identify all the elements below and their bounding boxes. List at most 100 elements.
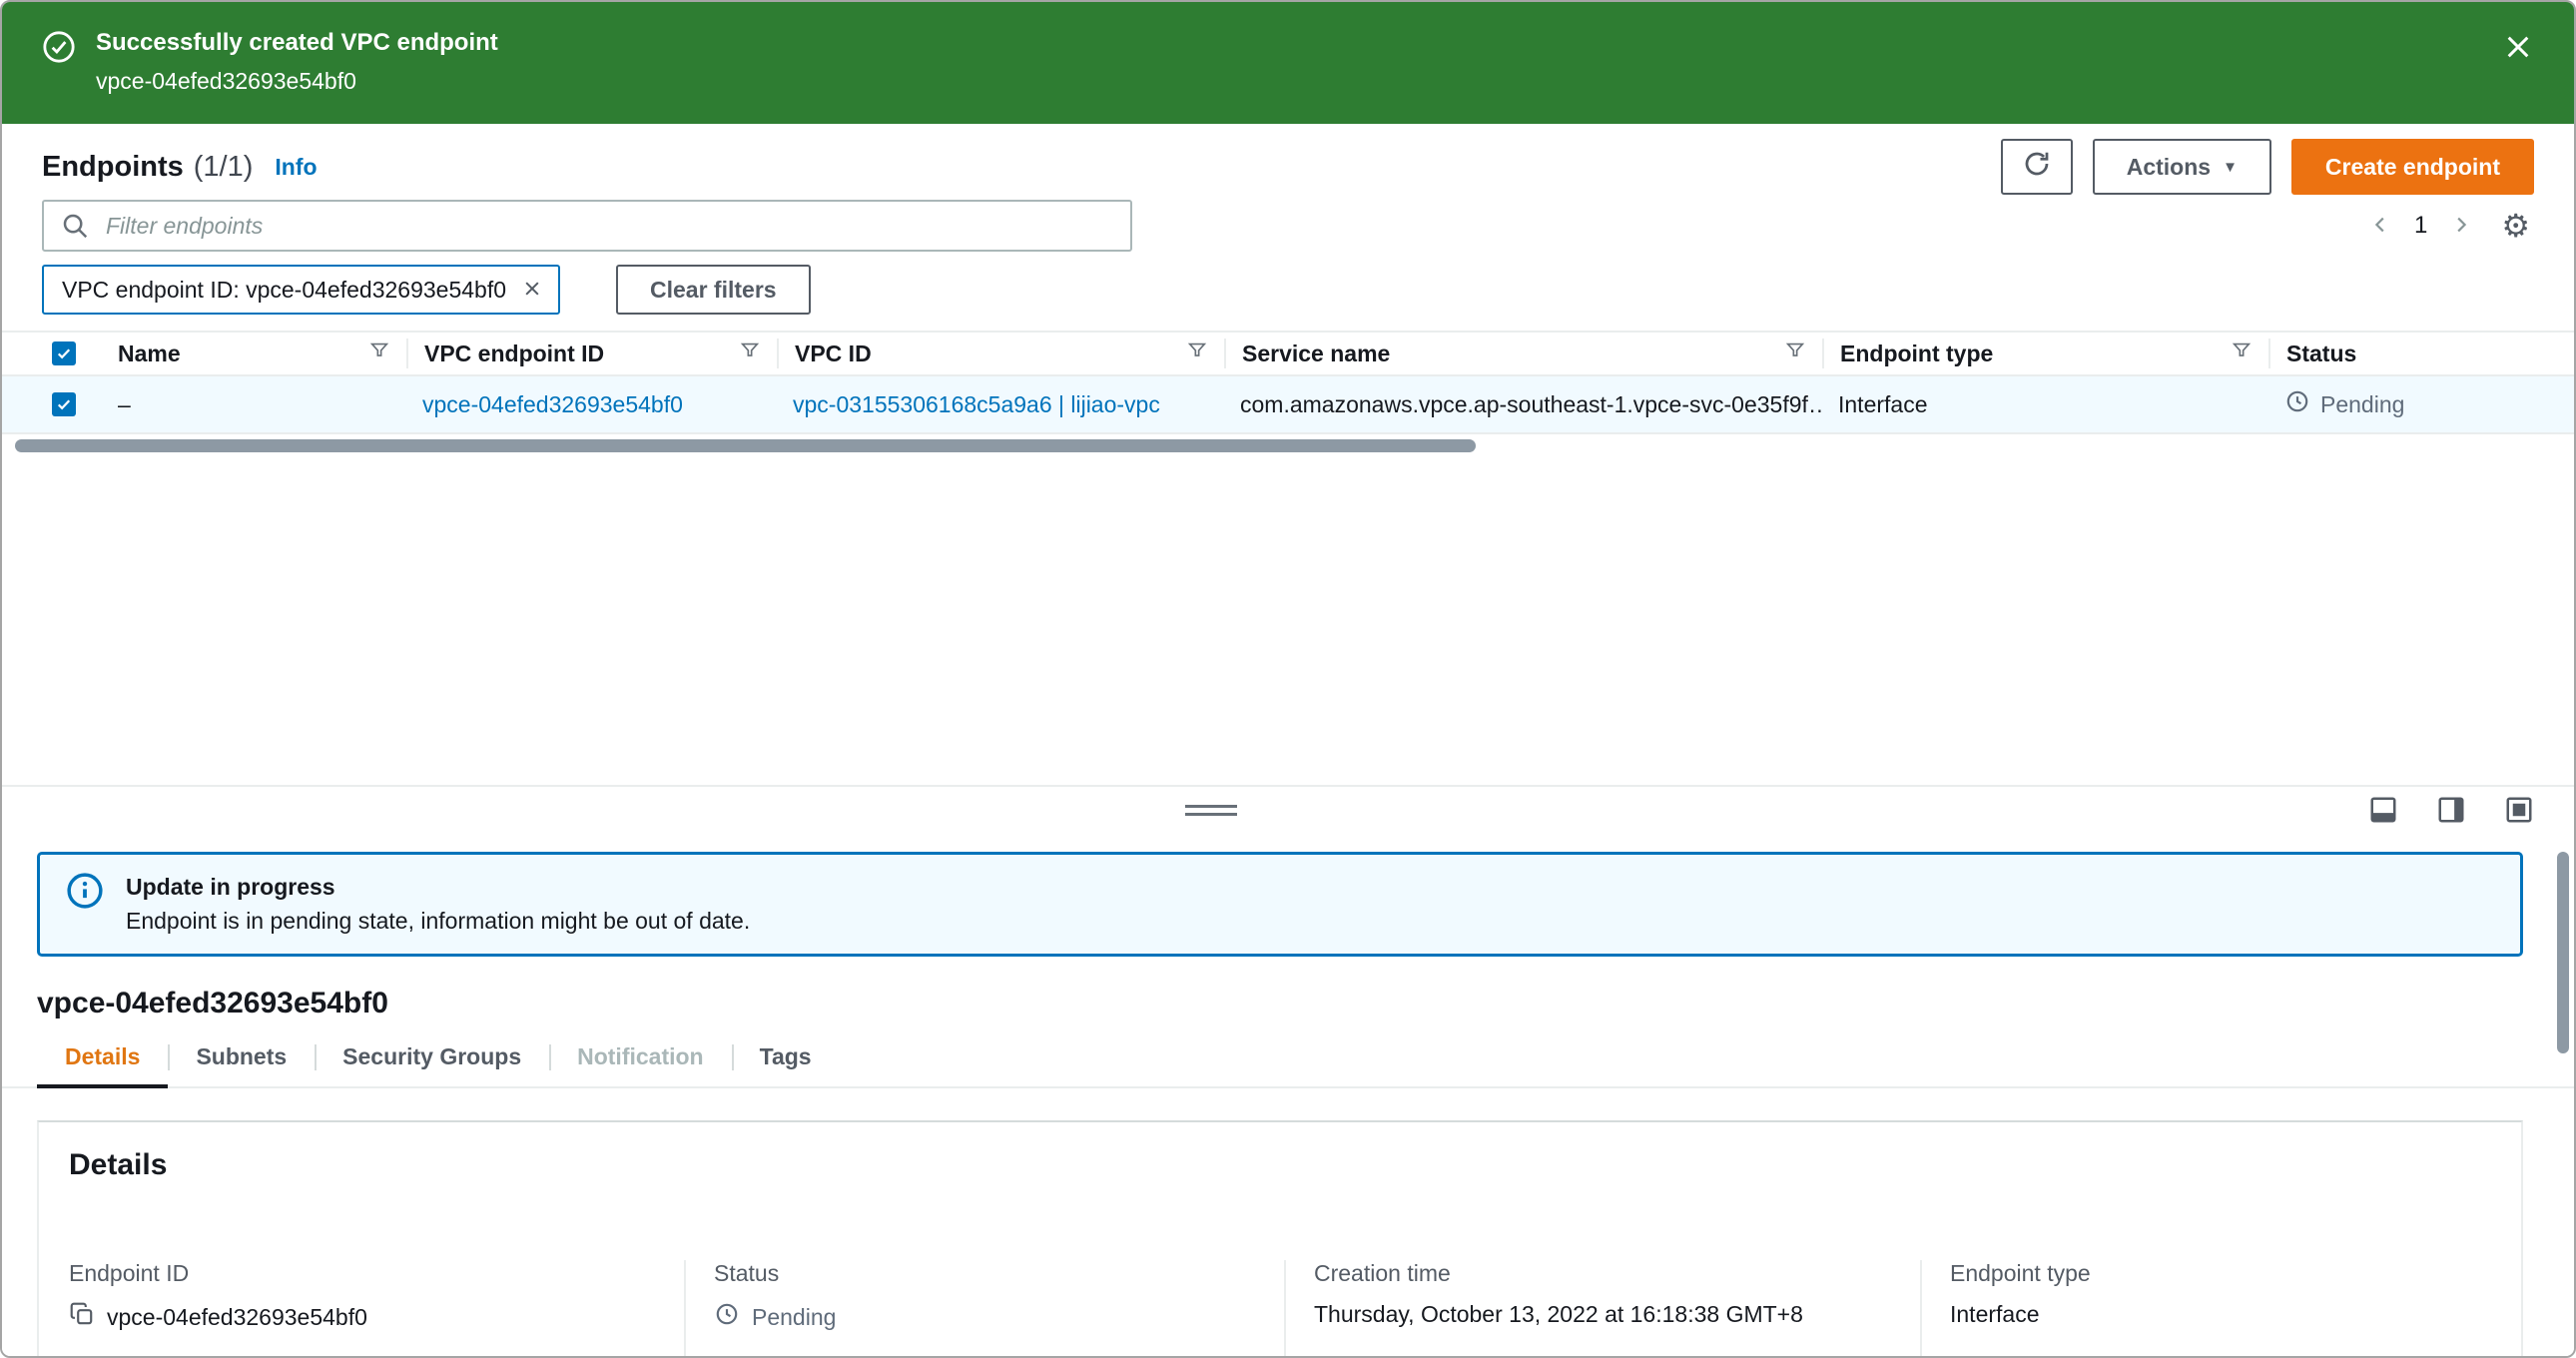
- remove-filter-button[interactable]: [506, 279, 558, 302]
- alert-message: Endpoint is in pending state, informatio…: [126, 908, 751, 934]
- filter-funnel-icon[interactable]: [368, 340, 390, 367]
- column-header-status[interactable]: Status: [2268, 339, 2574, 368]
- column-header-name[interactable]: Name: [102, 339, 406, 368]
- panel-bottom-layout-button[interactable]: [2368, 795, 2398, 828]
- actions-button-label: Actions: [2126, 153, 2212, 180]
- panel-full-icon: [2504, 795, 2534, 828]
- status-text: Pending: [2320, 390, 2405, 417]
- info-icon: [66, 872, 104, 915]
- column-header-vpc-id[interactable]: VPC ID: [777, 339, 1224, 368]
- panel-full-layout-button[interactable]: [2504, 795, 2534, 828]
- row-select-cell: [2, 392, 102, 416]
- filter-chip: VPC endpoint ID: vpce-04efed32693e54bf0: [42, 265, 560, 315]
- next-page-button[interactable]: [2445, 210, 2475, 243]
- field-value: vpce-04efed32693e54bf0: [69, 1301, 684, 1333]
- column-header-endpoint-type[interactable]: Endpoint type: [1822, 339, 2268, 368]
- column-label: Name: [118, 340, 181, 366]
- column-label: Service name: [1242, 340, 1391, 366]
- column-header-service-name[interactable]: Service name: [1224, 339, 1822, 368]
- horizontal-scrollbar-thumb[interactable]: [15, 439, 1476, 452]
- details-card: Details Endpoint ID vpce-04efed32693e54b…: [37, 1120, 2523, 1356]
- flashbar-close-button[interactable]: [2498, 28, 2538, 68]
- detail-tabs: Details Subnets Security Groups Notifica…: [2, 1028, 2574, 1088]
- table-header-row: Name VPC endpoint ID VPC ID Service name…: [2, 331, 2574, 376]
- column-label: VPC ID: [795, 340, 872, 366]
- console-window: Successfully created VPC endpoint vpce-0…: [0, 0, 2576, 1358]
- status-value: Pending: [752, 1303, 837, 1330]
- alert-title: Update in progress: [126, 874, 335, 900]
- vertical-scrollbar-thumb[interactable]: [2557, 852, 2569, 1053]
- update-in-progress-alert: Update in progress Endpoint is in pendin…: [37, 852, 2523, 957]
- horizontal-scrollbar: [2, 439, 2574, 452]
- details-fields: Endpoint ID vpce-04efed32693e54bf0 Statu…: [39, 1260, 2521, 1356]
- success-flashbar: Successfully created VPC endpoint vpce-0…: [2, 2, 2574, 124]
- field-endpoint-id: Endpoint ID vpce-04efed32693e54bf0: [39, 1260, 684, 1356]
- filter-endpoints-input[interactable]: [42, 200, 1132, 252]
- select-all-checkbox[interactable]: [52, 341, 76, 365]
- tab-security-groups[interactable]: Security Groups: [315, 1028, 549, 1086]
- detail-panel: Update in progress Endpoint is in pendin…: [2, 837, 2574, 1356]
- select-all-cell: [2, 341, 102, 365]
- previous-page-button[interactable]: [2366, 210, 2396, 243]
- flashbar-text: Successfully created VPC endpoint vpce-0…: [96, 28, 498, 96]
- tab-tags[interactable]: Tags: [731, 1028, 840, 1086]
- endpoint-id-value: vpce-04efed32693e54bf0: [107, 1303, 367, 1330]
- field-endpoint-type: Endpoint type Interface: [1920, 1260, 2529, 1356]
- flashbar-title: Successfully created VPC endpoint: [96, 29, 498, 56]
- create-endpoint-button[interactable]: Create endpoint: [2290, 139, 2534, 195]
- filter-funnel-icon[interactable]: [1784, 340, 1806, 367]
- field-label: Endpoint ID: [69, 1260, 190, 1286]
- table-toolbar: Endpoints (1/1) Info Actions ▼ Create en…: [42, 138, 2534, 196]
- clear-filters-button[interactable]: Clear filters: [616, 265, 811, 315]
- filter-funnel-icon[interactable]: [2231, 340, 2253, 367]
- preferences-button[interactable]: ⚙: [2497, 206, 2534, 246]
- column-label: Status: [2286, 340, 2357, 366]
- filter-chip-label: VPC endpoint ID: vpce-04efed32693e54bf0: [62, 276, 506, 303]
- column-label: VPC endpoint ID: [424, 340, 605, 366]
- tab-subnets[interactable]: Subnets: [168, 1028, 315, 1086]
- close-icon: [2502, 31, 2534, 66]
- vpc-id-link[interactable]: vpc-03155306168c5a9a6 | lijiao-vpc: [793, 391, 1160, 417]
- column-label: Endpoint type: [1840, 340, 1994, 366]
- clear-filters-label: Clear filters: [650, 276, 777, 303]
- endpoints-count: (1/1): [193, 150, 254, 183]
- actions-button[interactable]: Actions ▼: [2092, 139, 2271, 195]
- create-endpoint-label: Create endpoint: [2324, 153, 2500, 180]
- details-section-title: Details: [69, 1148, 168, 1181]
- panel-title: vpce-04efed32693e54bf0: [37, 987, 388, 1019]
- endpoint-type-value: Interface: [1950, 1301, 2040, 1327]
- table-row[interactable]: – vpce-04efed32693e54bf0 vpc-03155306168…: [2, 376, 2574, 434]
- field-value: Pending: [714, 1301, 1284, 1333]
- row-checkbox[interactable]: [52, 392, 76, 416]
- filter-row: 1 ⚙: [42, 200, 2534, 252]
- column-header-vpc-endpoint-id[interactable]: VPC endpoint ID: [406, 339, 777, 368]
- filter-chips-row: VPC endpoint ID: vpce-04efed32693e54bf0 …: [42, 265, 2534, 315]
- vpc-endpoint-id-link[interactable]: vpce-04efed32693e54bf0: [422, 391, 683, 417]
- chevron-left-icon: [2370, 214, 2392, 239]
- chevron-right-icon: [2449, 214, 2471, 239]
- field-label: Endpoint type: [1950, 1260, 2091, 1286]
- remove-filter-icon: [522, 279, 542, 302]
- field-label: Status: [714, 1260, 780, 1286]
- copy-icon[interactable]: [69, 1301, 95, 1333]
- field-value: Interface: [1950, 1301, 2529, 1328]
- info-link[interactable]: Info: [275, 154, 317, 181]
- gear-icon: ⚙: [2501, 208, 2530, 244]
- refresh-button[interactable]: [2000, 139, 2073, 195]
- cell-vpc-id: vpc-03155306168c5a9a6 | lijiao-vpc: [777, 391, 1224, 418]
- filter-input-wrapper: [42, 200, 1132, 252]
- creation-time-value: Thursday, October 13, 2022 at 16:18:38 G…: [1314, 1301, 1803, 1327]
- toolbar-actions: Actions ▼ Create endpoint: [2000, 139, 2534, 195]
- page-title: Endpoints: [42, 150, 184, 183]
- filter-funnel-icon[interactable]: [1186, 340, 1208, 367]
- alert-text: Update in progress Endpoint is in pendin…: [126, 872, 750, 937]
- current-page[interactable]: 1: [2414, 212, 2427, 240]
- success-check-icon: [42, 30, 76, 69]
- cell-name: –: [118, 390, 131, 417]
- endpoints-table: Name VPC endpoint ID VPC ID Service name…: [2, 331, 2574, 452]
- cell-endpoint-type: Interface: [1838, 390, 1928, 417]
- split-drag-handle[interactable]: [1184, 805, 1237, 816]
- filter-funnel-icon[interactable]: [739, 340, 761, 367]
- panel-side-layout-button[interactable]: [2436, 795, 2466, 828]
- tab-details[interactable]: Details: [37, 1028, 169, 1088]
